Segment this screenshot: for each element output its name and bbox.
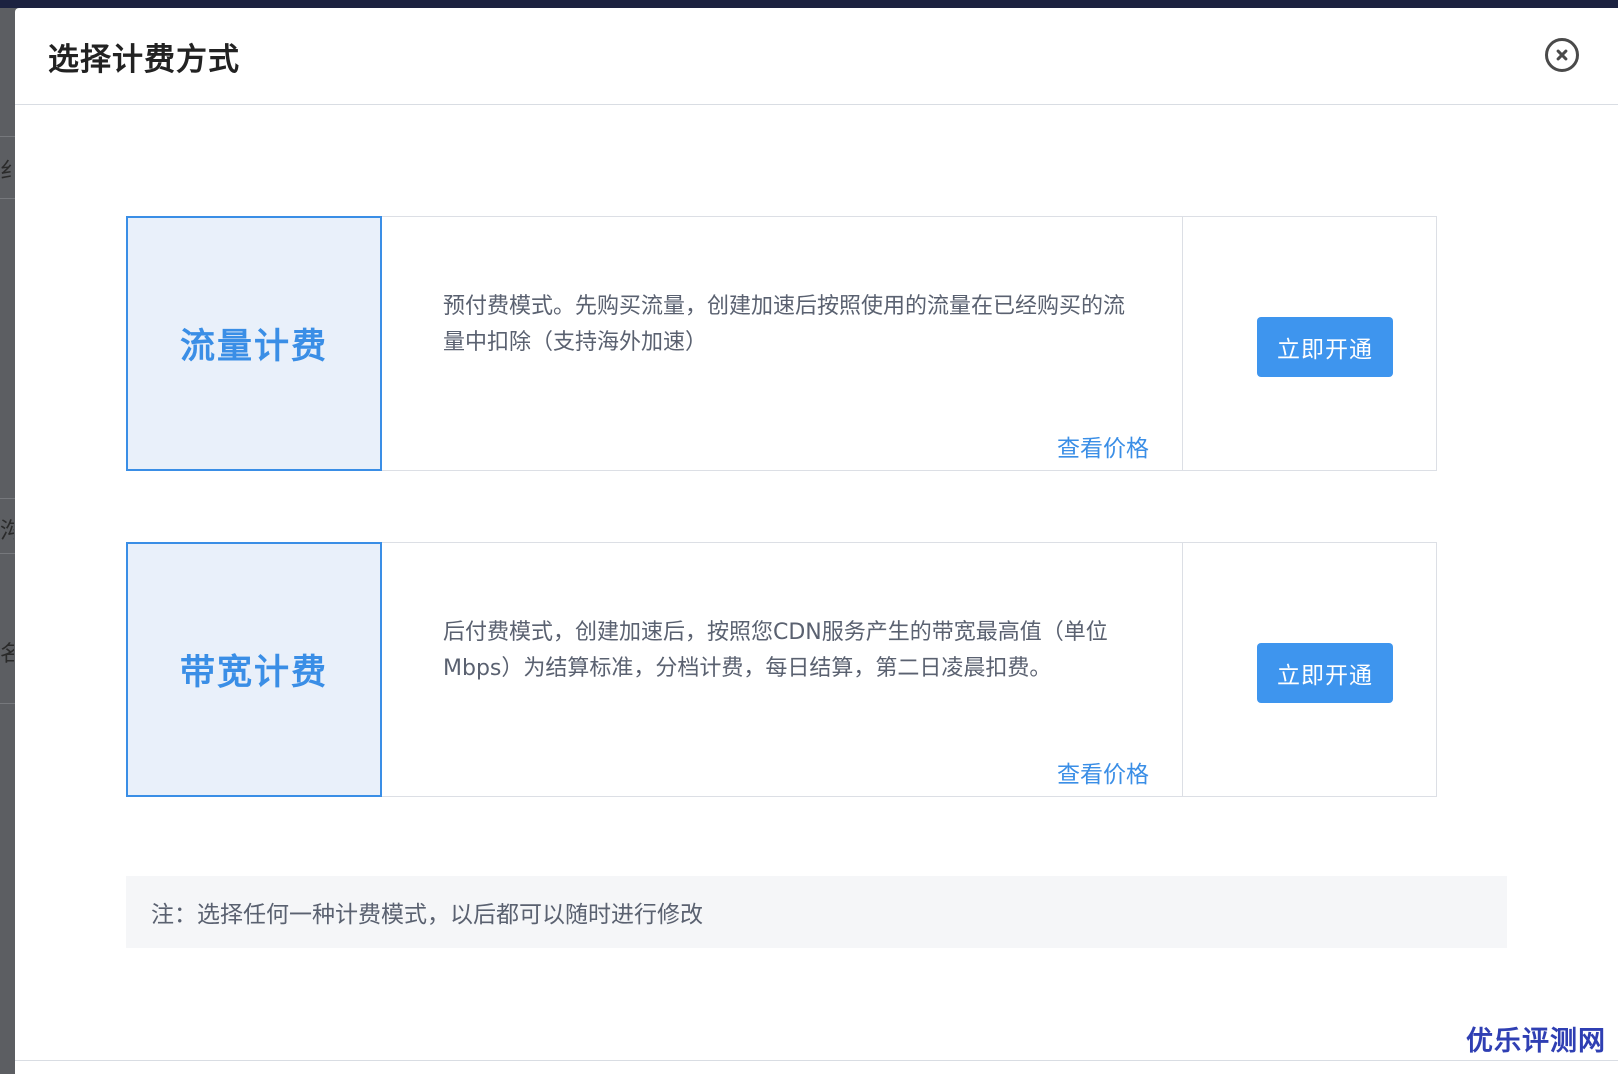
- activate-button[interactable]: 立即开通: [1257, 643, 1393, 703]
- watermark-logo: 优乐评测网: [1466, 1026, 1606, 1057]
- background-page-overlay: 纟 沟 名: [0, 8, 15, 1074]
- dialog-footer-divider: [15, 1060, 1618, 1061]
- plan-name: 带宽计费: [179, 653, 328, 693]
- plan-name: 流量计费: [179, 327, 328, 367]
- activate-button[interactable]: 立即开通: [1257, 317, 1393, 377]
- background-text-fragment: 纟: [0, 159, 14, 184]
- background-divider: [0, 498, 15, 499]
- dialog-title: 选择计费方式: [48, 42, 240, 78]
- background-divider: [0, 553, 15, 554]
- background-divider: [0, 198, 15, 199]
- background-divider: [0, 703, 15, 704]
- background-top-bar: [0, 0, 1618, 8]
- view-price-link[interactable]: 查看价格: [1057, 429, 1149, 463]
- background-divider: [0, 136, 15, 137]
- background-text-fragment: 沟: [0, 519, 14, 544]
- dialog-header: 选择计费方式: [15, 8, 1618, 105]
- plan-name-box[interactable]: 流量计费: [126, 216, 382, 471]
- plan-description: 后付费模式，创建加速后，按照您CDN服务产生的带宽最高值（单位Mbps）为结算标…: [443, 620, 1108, 681]
- plan-card-bandwidth: 带宽计费 后付费模式，创建加速后，按照您CDN服务产生的带宽最高值（单位Mbps…: [126, 542, 1437, 797]
- plan-description: 预付费模式。先购买流量，创建加速后按照使用的流量在已经购买的流量中扣除（支持海外…: [443, 294, 1126, 355]
- plan-divider: [1182, 217, 1183, 470]
- billing-note: 注：选择任何一种计费模式，以后都可以随时进行修改: [126, 876, 1507, 948]
- close-circle-icon[interactable]: [1545, 38, 1579, 72]
- billing-method-dialog: 选择计费方式 流量计费 预付费模式。先购买流量，创建加速后按照使用的流量在已经购…: [15, 8, 1618, 1074]
- background-text-fragment: 名: [0, 642, 14, 667]
- plan-card-traffic: 流量计费 预付费模式。先购买流量，创建加速后按照使用的流量在已经购买的流量中扣除…: [126, 216, 1437, 471]
- view-price-link[interactable]: 查看价格: [1057, 755, 1149, 789]
- plan-name-box[interactable]: 带宽计费: [126, 542, 382, 797]
- plan-divider: [1182, 543, 1183, 796]
